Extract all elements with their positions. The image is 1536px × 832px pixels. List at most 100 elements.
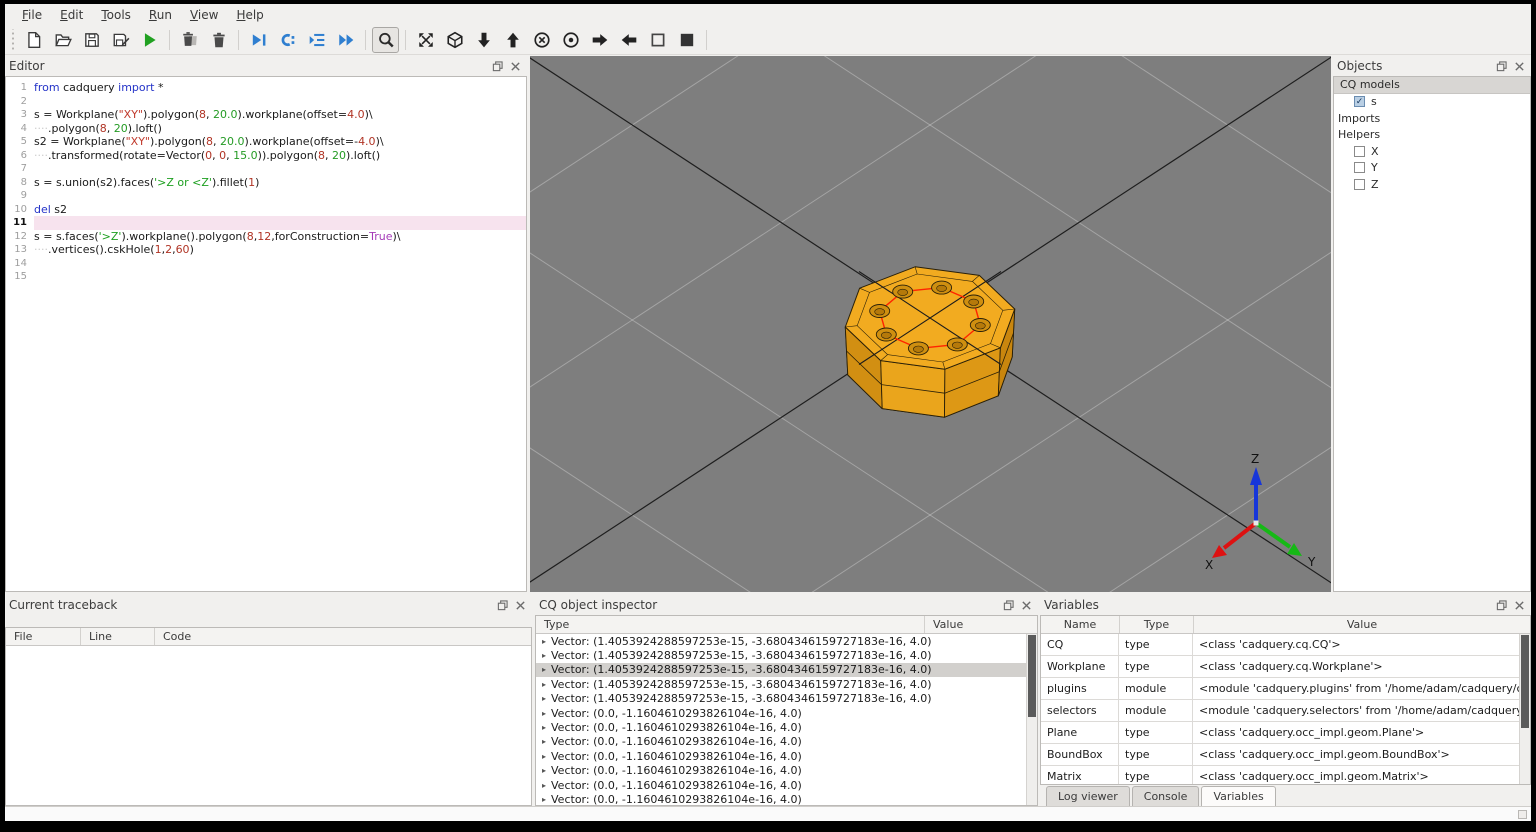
float-panel-icon[interactable] (1494, 598, 1509, 612)
editor-line-7[interactable]: 7 (6, 162, 526, 176)
inspector-row[interactable]: ▸ Vector: (1.4053924288597253e-15, -3.680… (536, 634, 1037, 648)
tab-console[interactable]: Console (1131, 786, 1200, 806)
objects-item-z[interactable]: Z (1334, 176, 1530, 193)
objects-item-helpers[interactable]: Helpers (1334, 127, 1530, 144)
editor-line-9[interactable]: 9 (6, 189, 526, 203)
inspector-row[interactable]: ▸ Vector: (0.0, -1.1604610293826104e-16, … (536, 792, 1037, 805)
objects-item-imports[interactable]: Imports (1334, 110, 1530, 127)
back-view-button[interactable] (557, 27, 584, 53)
editor-line-15[interactable]: 15 (6, 270, 526, 284)
variables-row[interactable]: CQ type <class 'cadquery.cq.CQ'> (1041, 634, 1530, 656)
step-into-button[interactable] (303, 27, 330, 53)
inspector-scrollbar[interactable] (1026, 634, 1037, 805)
variables-col-name[interactable]: Name (1041, 616, 1119, 633)
close-panel-icon[interactable] (1512, 59, 1527, 73)
variables-row[interactable]: Matrix type <class 'cadquery.occ_impl.geom… (1041, 766, 1530, 784)
top-view-button[interactable] (470, 27, 497, 53)
variables-row[interactable]: Workplane type <class 'cadquery.cq.Workpla… (1041, 656, 1530, 678)
inspector-row[interactable]: ▸ Vector: (0.0, -1.1604610293826104e-16, … (536, 778, 1037, 792)
front-view-button[interactable] (528, 27, 555, 53)
float-panel-icon[interactable] (495, 598, 510, 612)
shaded-button[interactable] (673, 27, 700, 53)
expand-triangle-icon[interactable]: ▸ (542, 665, 546, 674)
variables-scrollbar[interactable] (1519, 634, 1530, 784)
right-view-button[interactable] (586, 27, 613, 53)
inspector-row[interactable]: ▸ Vector: (1.4053924288597253e-15, -3.680… (536, 648, 1037, 662)
editor-line-3[interactable]: 3 s = Workplane("XY").polygon(8, 20.0).wo… (6, 108, 526, 122)
iso-view-button[interactable] (441, 27, 468, 53)
editor-line-12[interactable]: 12 s = s.faces('>Z').workplane().polygon(… (6, 230, 526, 244)
expand-triangle-icon[interactable]: ▸ (542, 723, 546, 732)
float-panel-icon[interactable] (490, 59, 505, 73)
expand-triangle-icon[interactable]: ▸ (542, 651, 546, 660)
traceback-col-file[interactable]: File (6, 628, 80, 645)
checkbox[interactable] (1354, 162, 1365, 174)
render-button[interactable] (136, 27, 163, 53)
tab-log-viewer[interactable]: Log viewer (1046, 786, 1130, 806)
expand-triangle-icon[interactable]: ▸ (542, 680, 546, 689)
delete-all-button[interactable] (205, 27, 232, 53)
editor-line-8[interactable]: 8 s = s.union(s2).faces('>Z or <Z').fille… (6, 176, 526, 190)
inspector-col-type[interactable]: Type (536, 616, 924, 633)
variables-col-value[interactable]: Value (1193, 616, 1530, 633)
continue-button[interactable] (332, 27, 359, 53)
menu-tools[interactable]: Tools (92, 6, 140, 24)
bottom-view-button[interactable] (499, 27, 526, 53)
variables-row[interactable]: plugins module <module 'cadquery.plugins' … (1041, 678, 1530, 700)
inspector-row[interactable]: ▸ Vector: (1.4053924288597253e-15, -3.680… (536, 692, 1037, 706)
inspector-row[interactable]: ▸ Vector: (0.0, -1.1604610293826104e-16, … (536, 749, 1037, 763)
save-as-button[interactable] (107, 27, 134, 53)
objects-item-x[interactable]: X (1334, 143, 1530, 160)
editor-line-5[interactable]: 5 s2 = Workplane("XY").polygon(8, 20.0).w… (6, 135, 526, 149)
inspector-row[interactable]: ▸ Vector: (0.0, -1.1604610293826104e-16, … (536, 720, 1037, 734)
editor-line-4[interactable]: 4 ····.polygon(8, 20).loft() (6, 122, 526, 136)
menu-help[interactable]: Help (227, 6, 272, 24)
editor-line-1[interactable]: 1 from cadquery import * (6, 81, 526, 95)
open-button[interactable] (49, 27, 76, 53)
expand-triangle-icon[interactable]: ▸ (542, 781, 546, 790)
new-button[interactable] (20, 27, 47, 53)
checkbox[interactable] (1354, 178, 1365, 190)
wireframe-button[interactable] (644, 27, 671, 53)
variables-row[interactable]: selectors module <module 'cadquery.selecto… (1041, 700, 1530, 722)
variables-row[interactable]: Plane type <class 'cadquery.occ_impl.geom.… (1041, 722, 1530, 744)
inspector-row[interactable]: ▸ Vector: (0.0, -1.1604610293826104e-16, … (536, 706, 1037, 720)
expand-triangle-icon[interactable]: ▸ (542, 766, 546, 775)
close-panel-icon[interactable] (513, 598, 528, 612)
close-panel-icon[interactable] (508, 59, 523, 73)
variables-col-type[interactable]: Type (1119, 616, 1193, 633)
menu-file[interactable]: File (13, 6, 51, 24)
debug-button[interactable] (245, 27, 272, 53)
save-button[interactable] (78, 27, 105, 53)
editor-line-6[interactable]: 6 ····.transformed(rotate=Vector(0, 0, 15… (6, 149, 526, 163)
step-over-button[interactable] (274, 27, 301, 53)
editor-line-11[interactable]: 11 (6, 216, 526, 230)
menu-view[interactable]: View (181, 6, 227, 24)
fit-view-button[interactable] (412, 27, 439, 53)
editor-line-13[interactable]: 13 ····.vertices().cskHole(1,2,60) (6, 243, 526, 257)
inspector-col-value[interactable]: Value (924, 616, 1037, 633)
float-panel-icon[interactable] (1001, 598, 1016, 612)
variables-row[interactable]: BoundBox type <class 'cadquery.occ_impl.ge… (1041, 744, 1530, 766)
editor-line-10[interactable]: 10 del s2 (6, 203, 526, 217)
delete-button[interactable] (176, 27, 203, 53)
resize-grip[interactable] (1518, 810, 1527, 819)
zoom-toggle-button[interactable] (372, 26, 399, 53)
close-panel-icon[interactable] (1019, 598, 1034, 612)
left-view-button[interactable] (615, 27, 642, 53)
editor-line-14[interactable]: 14 (6, 257, 526, 271)
expand-triangle-icon[interactable]: ▸ (542, 694, 546, 703)
viewport-3d[interactable]: Z X Y (530, 56, 1331, 592)
inspector-row[interactable]: ▸ Vector: (1.4053924288597253e-15, -3.680… (536, 662, 1037, 678)
inspector-row[interactable]: ▸ Vector: (0.0, -1.1604610293826104e-16, … (536, 764, 1037, 778)
expand-triangle-icon[interactable]: ▸ (542, 709, 546, 718)
toolbar-drag-handle[interactable] (9, 28, 17, 51)
float-panel-icon[interactable] (1494, 59, 1509, 73)
objects-item-y[interactable]: Y (1334, 160, 1530, 177)
editor-line-2[interactable]: 2 (6, 95, 526, 109)
close-panel-icon[interactable] (1512, 598, 1527, 612)
inspector-row[interactable]: ▸ Vector: (0.0, -1.1604610293826104e-16, … (536, 735, 1037, 749)
traceback-col-line[interactable]: Line (80, 628, 154, 645)
tab-variables[interactable]: Variables (1201, 786, 1276, 806)
menu-run[interactable]: Run (140, 6, 181, 24)
